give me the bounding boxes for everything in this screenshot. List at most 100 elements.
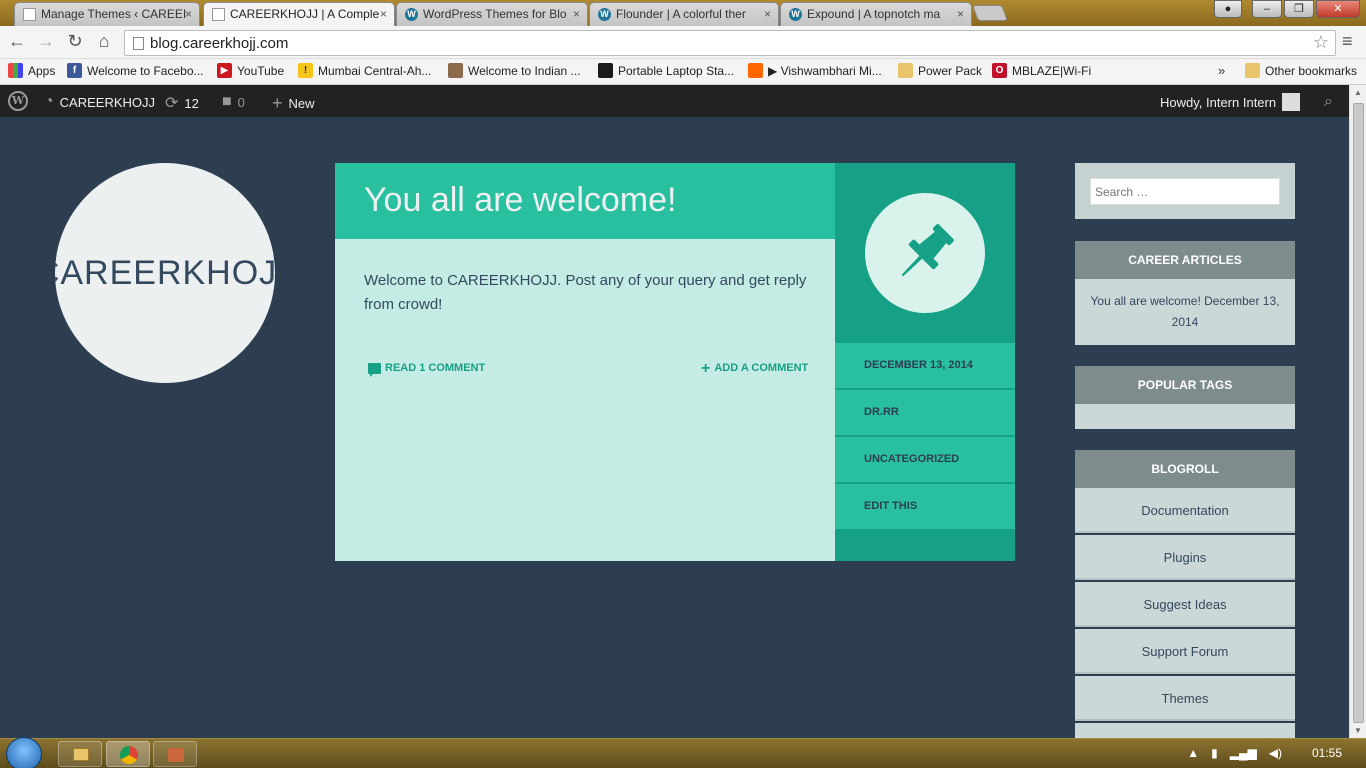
browser-tab-manage-themes[interactable]: Manage Themes ‹ CAREEI × bbox=[14, 2, 200, 26]
scroll-down-icon[interactable]: ▼ bbox=[1354, 726, 1362, 735]
clock[interactable]: 01:55 bbox=[1312, 746, 1342, 760]
read-comments-label: READ 1 COMMENT bbox=[385, 362, 486, 374]
chrome-taskbar-button[interactable] bbox=[106, 741, 150, 767]
scroll-up-icon[interactable]: ▲ bbox=[1354, 88, 1362, 97]
close-icon[interactable]: × bbox=[764, 3, 771, 25]
site-name: CAREERKHOJJ bbox=[59, 94, 156, 110]
comments-menu[interactable]: ■ 0 bbox=[222, 93, 245, 111]
wordpress-icon: W bbox=[789, 8, 802, 21]
post-format-badge bbox=[835, 163, 1015, 343]
network-icon[interactable]: ▂▄▆ bbox=[1230, 746, 1257, 760]
howdy-text: Howdy, Intern Intern bbox=[1160, 94, 1277, 110]
bookmark-star-icon[interactable]: ☆ bbox=[1313, 32, 1329, 53]
close-icon[interactable]: × bbox=[380, 3, 387, 25]
scroll-thumb[interactable] bbox=[1353, 103, 1364, 723]
reload-icon[interactable]: ↻ bbox=[63, 31, 87, 52]
new-content-menu[interactable]: + New bbox=[272, 93, 315, 114]
widget-title: POPULAR TAGS bbox=[1075, 366, 1295, 404]
read-comments-link[interactable]: READ 1 COMMENT bbox=[368, 362, 486, 377]
tab-title: Manage Themes ‹ CAREEI bbox=[41, 7, 187, 21]
chrome-menu-icon[interactable]: ≡ bbox=[1342, 31, 1353, 52]
maximize-button[interactable]: ❐ bbox=[1284, 0, 1314, 18]
account-menu[interactable]: Howdy, Intern Intern bbox=[1160, 93, 1301, 111]
post-category[interactable]: UNCATEGORIZED bbox=[835, 437, 1015, 482]
profile-icon[interactable]: ● bbox=[1214, 0, 1242, 18]
comment-icon bbox=[368, 362, 381, 377]
bookmark-youtube[interactable]: ▶ YouTube bbox=[217, 63, 284, 78]
bookmark-indian[interactable]: Welcome to Indian ... bbox=[448, 63, 581, 78]
close-window-button[interactable]: ✕ bbox=[1316, 0, 1360, 18]
bookmark-label: Power Pack bbox=[918, 63, 983, 78]
search-input[interactable] bbox=[1090, 178, 1280, 205]
folder-icon bbox=[898, 63, 913, 78]
updates-icon: ⟳ bbox=[165, 95, 179, 112]
updates-menu[interactable]: ⟳ 12 bbox=[165, 93, 199, 113]
browser-tab-flounder[interactable]: W Flounder | A colorful ther × bbox=[589, 2, 779, 26]
back-icon[interactable]: ← bbox=[5, 31, 29, 52]
chrome-icon bbox=[120, 746, 138, 764]
browser-tab-wordpress-themes[interactable]: W WordPress Themes for Blo × bbox=[396, 2, 588, 26]
close-icon[interactable]: × bbox=[185, 3, 192, 25]
bookmark-mblaze[interactable]: O MBLAZE|Wi-Fi bbox=[992, 63, 1091, 78]
wp-logo-menu[interactable]: W bbox=[8, 91, 28, 111]
shop-icon bbox=[598, 63, 613, 78]
post-author[interactable]: DR.RR bbox=[835, 390, 1015, 435]
blogroll-item[interactable]: Themes bbox=[1075, 676, 1295, 721]
bookmark-mumbai-central[interactable]: ! Mumbai Central-Ah... bbox=[298, 63, 431, 78]
forward-icon[interactable]: → bbox=[34, 31, 58, 52]
show-hidden-icons[interactable]: ▲ bbox=[1187, 746, 1199, 760]
windows-taskbar: ▲ ▮ ▂▄▆ ◀) 01:55 bbox=[0, 737, 1366, 768]
blogroll-item[interactable]: Suggest Ideas bbox=[1075, 582, 1295, 627]
bookmark-facebook[interactable]: f Welcome to Facebo... bbox=[67, 63, 204, 78]
new-tab-button[interactable] bbox=[972, 5, 1008, 21]
url-text[interactable]: blog.careerkhojj.com bbox=[150, 35, 288, 52]
updates-count: 12 bbox=[184, 95, 199, 111]
post-card: You all are welcome! Welcome to CAREERKH… bbox=[335, 163, 835, 561]
post-title[interactable]: You all are welcome! bbox=[364, 181, 676, 220]
post-date[interactable]: DECEMBER 13, 2014 bbox=[835, 343, 1015, 388]
wordpress-icon: W bbox=[598, 8, 611, 21]
blogroll-item[interactable]: Support Forum bbox=[1075, 629, 1295, 674]
admin-search-button[interactable]: ⌕ bbox=[1324, 93, 1333, 111]
site-name-menu[interactable]: ◔ CAREERKHOJJ bbox=[44, 93, 155, 111]
address-bar[interactable]: blog.careerkhojj.com ☆ bbox=[124, 30, 1336, 56]
blogroll-item[interactable]: Plugins bbox=[1075, 535, 1295, 580]
plus-icon: + bbox=[272, 93, 283, 113]
bookmark-vishwambhari[interactable]: ▶ Vishwambhari Mi... bbox=[748, 63, 882, 78]
bookmark-label: YouTube bbox=[237, 63, 285, 78]
other-bookmarks[interactable]: Other bookmarks bbox=[1245, 63, 1357, 78]
avatar bbox=[1282, 93, 1301, 111]
post-meta: DECEMBER 13, 2014 DR.RR UNCATEGORIZED ED… bbox=[835, 163, 1015, 561]
site-logo[interactable]: CAREERKHOJJ bbox=[55, 163, 275, 383]
edit-post-link[interactable]: EDIT THIS bbox=[835, 484, 1015, 529]
minimize-button[interactable]: – bbox=[1252, 0, 1282, 18]
blogroll-item[interactable] bbox=[1075, 723, 1295, 738]
blogroll-item[interactable]: Documentation bbox=[1075, 488, 1295, 533]
volume-icon[interactable]: ◀) bbox=[1269, 746, 1282, 760]
bookmark-label: Welcome to Facebo... bbox=[87, 63, 204, 78]
app-taskbar-button[interactable] bbox=[153, 741, 197, 767]
bookmark-power-pack[interactable]: Power Pack bbox=[898, 63, 982, 78]
close-icon[interactable]: × bbox=[957, 3, 964, 25]
bookmark-label: ▶ Vishwambhari Mi... bbox=[768, 63, 882, 78]
explorer-taskbar-button[interactable] bbox=[58, 741, 102, 767]
system-tray: ▲ ▮ ▂▄▆ ◀) 01:55 bbox=[1187, 746, 1356, 760]
start-button[interactable] bbox=[6, 737, 42, 768]
bookmark-apps[interactable]: Apps bbox=[8, 63, 55, 78]
browser-tab-careerkhojj[interactable]: CAREERKHOJJ | A Comple × bbox=[203, 2, 395, 26]
folder-icon bbox=[73, 748, 89, 761]
page-icon bbox=[133, 37, 144, 50]
apps-icon bbox=[8, 63, 23, 78]
add-comment-link[interactable]: + ADD A COMMENT bbox=[701, 360, 808, 376]
site-icon bbox=[448, 63, 463, 78]
home-icon[interactable]: ⌂ bbox=[92, 31, 116, 52]
browser-tab-expound[interactable]: W Expound | A topnotch ma × bbox=[780, 2, 972, 26]
career-article-link[interactable]: You all are welcome! December 13, 2014 bbox=[1075, 279, 1295, 345]
pushpin-icon bbox=[865, 193, 985, 313]
close-icon[interactable]: × bbox=[573, 3, 580, 25]
facebook-icon: f bbox=[67, 63, 82, 78]
bookmarks-overflow-button[interactable]: » bbox=[1218, 63, 1225, 78]
bookmark-portable-laptop[interactable]: Portable Laptop Sta... bbox=[598, 63, 734, 78]
battery-icon[interactable]: ▮ bbox=[1211, 746, 1218, 760]
page-scrollbar[interactable]: ▲ ▼ bbox=[1349, 85, 1366, 738]
